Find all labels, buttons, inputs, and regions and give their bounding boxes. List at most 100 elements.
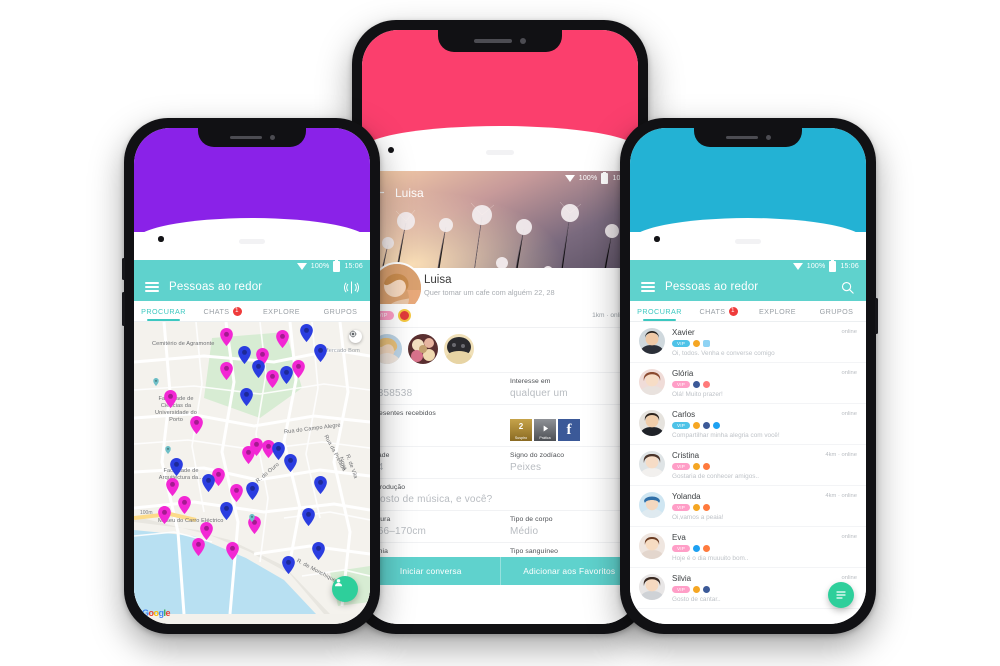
tab-explore[interactable]: EXPLORE xyxy=(748,301,807,321)
app-header-right: 100% 15:06 Pessoas ao redor xyxy=(630,260,866,301)
power-button[interactable] xyxy=(875,298,878,334)
page-title: Pessoas ao redor xyxy=(169,281,263,293)
speaker-icon xyxy=(725,135,758,140)
list-item-body: Xavier VIP Oi, todos. Venha e converse c… xyxy=(672,328,857,357)
tab-grupos[interactable]: GRUPOS xyxy=(807,301,866,321)
map-pin-blue[interactable] xyxy=(282,556,295,574)
my-location-button[interactable] xyxy=(349,330,362,343)
map-pin-blue[interactable] xyxy=(312,542,325,560)
map-pin-pink[interactable] xyxy=(190,416,203,434)
map-pin-pink[interactable] xyxy=(292,360,305,378)
detail-cell: Tipo sanguíneo xyxy=(500,543,638,557)
map-pin-blue[interactable] xyxy=(314,476,327,494)
start-chat-button[interactable]: Iniciar conversa xyxy=(362,557,500,585)
field-value: Peixes xyxy=(510,462,542,473)
volume-button[interactable] xyxy=(122,292,125,326)
map-pin-blue[interactable] xyxy=(280,366,293,384)
wifi-icon xyxy=(296,263,307,270)
front-camera-icon xyxy=(765,135,771,140)
photo-thumb[interactable] xyxy=(408,334,438,364)
avatar xyxy=(639,533,665,559)
menu-icon[interactable] xyxy=(641,282,655,292)
device-white-top-right xyxy=(630,218,866,260)
detail-cell: Altura 166–170cm xyxy=(362,511,500,542)
mockup-stage: 100% 10:56 Luisa Luisa Quer tomar um caf… xyxy=(0,0,1000,666)
map-pin-blue[interactable] xyxy=(170,458,183,476)
tab-label: GRUPOS xyxy=(819,306,854,316)
app-bar-left: Pessoas ao redor xyxy=(134,273,370,301)
tab-procurar[interactable]: PROCURAR xyxy=(630,301,689,321)
gift-badge[interactable]: Prática xyxy=(534,419,556,441)
profile-tagline: Quer tomar um cafe com alguém 22, 28 xyxy=(424,288,555,297)
facebook-icon xyxy=(703,422,711,429)
map-pin-pink[interactable] xyxy=(230,484,243,502)
map-pin-pink[interactable] xyxy=(266,370,279,388)
field-label: Presentes recebidos xyxy=(372,410,436,417)
badge-icon xyxy=(703,381,711,388)
list-item[interactable]: Cristina VIP Gostaria de conhecer amigos… xyxy=(630,445,866,486)
search-icon[interactable] xyxy=(840,280,855,295)
twitter-icon xyxy=(713,422,721,429)
facebook-icon[interactable]: f xyxy=(558,419,580,441)
clock: 15:06 xyxy=(344,263,363,270)
gift-count: 2 xyxy=(518,422,524,431)
detail-cell: 2 Suspiro Prática f xyxy=(500,405,638,446)
battery-percent: 100% xyxy=(806,263,826,270)
map-pin-blue[interactable] xyxy=(240,388,253,406)
tab-explore[interactable]: EXPLORE xyxy=(252,301,311,321)
map-label: Mercado Bom xyxy=(324,348,360,354)
map-pin-blue[interactable] xyxy=(252,360,265,378)
detail-cell: Etnia xyxy=(362,543,500,557)
map-pin-blue[interactable] xyxy=(314,344,327,362)
map-pin-blue[interactable] xyxy=(284,454,297,472)
tab-label: PROCURAR xyxy=(637,306,682,316)
people-list[interactable]: Xavier VIP Oi, todos. Venha e converse c… xyxy=(630,322,866,624)
selfie-camera-icon xyxy=(654,236,660,242)
volume-button[interactable] xyxy=(122,258,125,280)
battery-percent: 100% xyxy=(578,175,598,182)
radar-icon[interactable] xyxy=(344,280,359,295)
list-item[interactable]: Glória VIP Olá! Muito prazer! online xyxy=(630,363,866,404)
list-item[interactable]: Eva VIP Hoje é o dia muuuito bom.. onlin… xyxy=(630,527,866,568)
menu-icon[interactable] xyxy=(145,282,159,292)
map-pin-blue[interactable] xyxy=(302,508,315,526)
map-pin-blue[interactable] xyxy=(202,474,215,492)
tab-procurar[interactable]: PROCURAR xyxy=(134,301,193,321)
notch-left xyxy=(198,128,306,147)
map-pin-blue[interactable] xyxy=(246,482,259,500)
tab-grupos[interactable]: GRUPOS xyxy=(311,301,370,321)
list-item[interactable]: Carlos VIP Compartilhar minha alegria co… xyxy=(630,404,866,445)
map-scale: 100m xyxy=(140,510,153,516)
map-pin-pink[interactable] xyxy=(220,362,233,380)
map-pin-pink[interactable] xyxy=(178,496,191,514)
detail-cell: Introdução Gosto de música, e você? xyxy=(362,479,638,510)
tab-chats[interactable]: CHATS 1 xyxy=(193,301,252,321)
map-pin-pink[interactable] xyxy=(242,446,255,464)
map-pin-blue[interactable] xyxy=(238,346,251,364)
list-item[interactable]: Xavier VIP Oi, todos. Venha e converse c… xyxy=(630,322,866,363)
gift-badge[interactable]: 2 Suspiro xyxy=(510,419,532,441)
detail-cell: Tipo de corpo Médio xyxy=(500,511,638,542)
map-pin-pink[interactable] xyxy=(226,542,239,560)
photo-thumb[interactable] xyxy=(444,334,474,364)
people-map[interactable]: Cemitério de Agramonte Mercado Bom Facul… xyxy=(134,322,370,624)
list-item[interactable]: Yolanda VIP Oi,vamos a peaia! 4km · onli… xyxy=(630,486,866,527)
map-pin-pink[interactable] xyxy=(166,478,179,496)
map-pin-pink[interactable] xyxy=(192,538,205,556)
map-pin-blue[interactable] xyxy=(300,324,313,342)
field-value: 2358538 xyxy=(372,388,413,399)
filter-fab[interactable] xyxy=(828,582,854,608)
tab-label: EXPLORE xyxy=(262,306,301,316)
map-pin-pink[interactable] xyxy=(164,390,177,408)
badge-icon xyxy=(693,504,701,511)
app-bar-right: Pessoas ao redor xyxy=(630,273,866,301)
map-pin-pink[interactable] xyxy=(276,330,289,348)
map-pin-pink[interactable] xyxy=(220,328,233,346)
nearby-fab[interactable] xyxy=(332,576,358,602)
map-pin-pink[interactable] xyxy=(158,506,171,524)
profile-bottom-filler xyxy=(362,585,638,624)
map-pin-blue[interactable] xyxy=(220,502,233,520)
tab-chats[interactable]: CHATS 1 xyxy=(689,301,748,321)
add-favorite-button[interactable]: Adicionar aos Favoritos xyxy=(499,557,639,585)
tab-bar-left: PROCURAR CHATS 1 EXPLORE GRUPOS xyxy=(134,301,370,322)
